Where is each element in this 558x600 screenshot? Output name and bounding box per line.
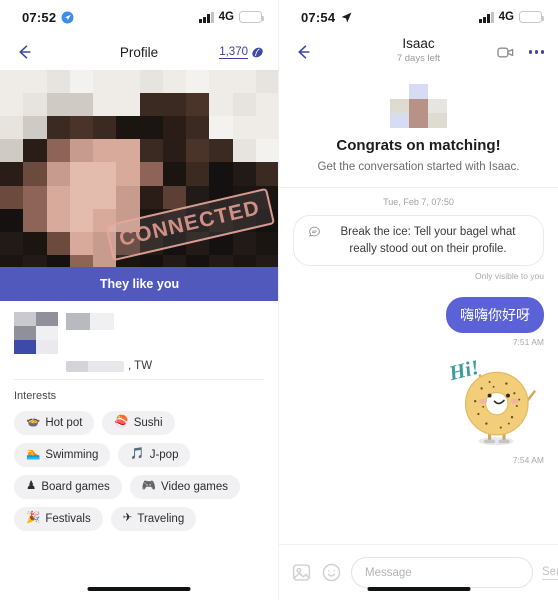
signal-bars-icon bbox=[199, 11, 214, 23]
icebreaker-card[interactable]: Break the ice: Tell your bagel what real… bbox=[293, 215, 544, 267]
they-like-you-banner: They like you bbox=[0, 267, 278, 301]
sushi-icon: 🍣 bbox=[114, 416, 129, 429]
hotpot-icon: 🍲 bbox=[26, 416, 41, 429]
music-note-icon: 🎵 bbox=[130, 448, 145, 461]
match-header: Congrats on matching! Get the conversati… bbox=[293, 70, 544, 173]
pixelated-avatar[interactable] bbox=[390, 84, 447, 128]
interests-section: Interests 🍲 Hot pot 🍣 Sushi 🏊 Swimming 🎵 J-pop ♟… bbox=[0, 380, 278, 531]
interest-chip-label: Sushi bbox=[133, 417, 163, 429]
bagel-waving-sticker[interactable]: Hi! bbox=[440, 353, 544, 451]
beans-count: 1,370 bbox=[219, 45, 248, 59]
interest-chip-label: Board games bbox=[41, 481, 110, 493]
beans-balance[interactable]: 1,370 bbox=[219, 46, 264, 59]
interest-chip-list: 🍲 Hot pot 🍣 Sushi 🏊 Swimming 🎵 J-pop ♟ Board game… bbox=[14, 411, 264, 531]
location-arrow-icon bbox=[341, 12, 352, 22]
chat-divider bbox=[279, 187, 558, 188]
interest-chip[interactable]: 🎮 Video games bbox=[129, 475, 240, 499]
message-row-outgoing: 嗨嗨你好呀 bbox=[293, 297, 544, 334]
battery-low-power-icon bbox=[239, 11, 264, 23]
status-time: 07:52 bbox=[22, 9, 57, 25]
identity-block: , TW bbox=[0, 301, 278, 373]
icebreaker-visibility-note: Only visible to you bbox=[475, 271, 544, 282]
more-options-icon[interactable] bbox=[528, 50, 544, 54]
message-bubble[interactable]: 嗨嗨你好呀 bbox=[446, 297, 544, 334]
image-picker-icon[interactable] bbox=[291, 562, 312, 583]
sticker-timestamp: 7:54 AM bbox=[512, 455, 544, 466]
chat-thread: Congrats on matching! Get the conversati… bbox=[279, 70, 558, 564]
interest-chip-label: Video games bbox=[161, 481, 228, 493]
profile-screen: 07:52 4G Profile 1,370 CONNECTED They li… bbox=[0, 0, 279, 600]
network-type: 4G bbox=[218, 11, 234, 23]
they-like-you-label: They like you bbox=[99, 277, 180, 291]
interest-chip[interactable]: 🍣 Sushi bbox=[102, 411, 175, 435]
profile-navbar: Profile 1,370 bbox=[0, 34, 278, 70]
network-type: 4G bbox=[498, 11, 514, 23]
interest-chip-label: Swimming bbox=[45, 449, 99, 461]
name-row bbox=[14, 312, 264, 354]
status-right-right: 4G bbox=[479, 11, 544, 23]
airplane-icon: ✈ bbox=[122, 512, 133, 525]
interests-title: Interests bbox=[14, 390, 57, 402]
status-bar-right: 07:54 4G bbox=[279, 0, 558, 34]
interest-chip[interactable]: 🍲 Hot pot bbox=[14, 411, 95, 435]
status-bar-left: 07:52 4G bbox=[0, 0, 278, 34]
chat-actions bbox=[496, 43, 544, 62]
location-text: , TW bbox=[128, 360, 153, 372]
message-date-separator: Tue, Feb 7, 07:50 bbox=[383, 197, 454, 207]
interest-chip-label: Hot pot bbox=[45, 417, 83, 429]
redacted-city bbox=[66, 360, 124, 372]
congrats-heading: Congrats on matching! bbox=[336, 137, 501, 154]
interest-chip[interactable]: 🏊 Swimming bbox=[14, 443, 111, 467]
status-right: 4G bbox=[199, 11, 264, 23]
status-left: 07:52 bbox=[22, 10, 74, 25]
back-arrow-icon[interactable] bbox=[293, 42, 313, 62]
confetti-icon: 🎉 bbox=[26, 512, 41, 525]
redacted-name bbox=[14, 312, 58, 354]
coffee-bean-icon bbox=[252, 47, 263, 57]
icebreaker-text: Break the ice: Tell your bagel what real… bbox=[340, 226, 516, 255]
message-composer: Send bbox=[279, 544, 558, 600]
interest-chip[interactable]: ✈ Traveling bbox=[110, 507, 197, 531]
video-camera-icon[interactable] bbox=[496, 43, 515, 62]
home-indicator-left bbox=[87, 586, 191, 591]
location-row: , TW bbox=[14, 360, 264, 372]
emoji-picker-icon[interactable] bbox=[321, 562, 342, 583]
status-time: 07:54 bbox=[301, 9, 336, 25]
chat-screen: 07:54 4G Isaac 7 days left Congrats on m… bbox=[279, 0, 558, 600]
message-timestamp: 7:51 AM bbox=[512, 337, 544, 348]
sticker-row-outgoing: Hi! bbox=[293, 353, 544, 451]
redacted-age bbox=[66, 313, 114, 330]
location-arrow-icon bbox=[61, 11, 74, 23]
congrats-subheading: Get the conversation started with Isaac. bbox=[317, 161, 520, 173]
swimming-icon: 🏊 bbox=[26, 448, 41, 461]
interest-chip-label: Traveling bbox=[137, 513, 185, 525]
home-indicator-right bbox=[367, 586, 470, 591]
profile-photo[interactable]: CONNECTED They like you bbox=[0, 70, 278, 301]
signal-bars-icon bbox=[479, 11, 494, 23]
gamepad-icon: 🎮 bbox=[141, 480, 157, 493]
interest-chip[interactable]: 🎵 J-pop bbox=[118, 443, 191, 467]
send-button[interactable]: Send bbox=[542, 566, 558, 580]
chess-pawn-icon: ♟ bbox=[26, 480, 37, 493]
interest-chip[interactable]: 🎉 Festivals bbox=[14, 507, 103, 531]
interest-chip[interactable]: ♟ Board games bbox=[14, 475, 122, 499]
interest-chip-label: J-pop bbox=[149, 449, 179, 461]
dual-screenshot: 07:52 4G Profile 1,370 CONNECTED They li… bbox=[0, 0, 558, 600]
battery-low-power-icon bbox=[519, 11, 544, 23]
chat-navbar: Isaac 7 days left bbox=[279, 34, 558, 70]
interest-chip-label: Festivals bbox=[45, 513, 91, 525]
speech-bubble-icon bbox=[309, 226, 320, 237]
message-input[interactable] bbox=[351, 557, 533, 588]
status-left-right: 07:54 bbox=[301, 10, 353, 25]
back-arrow-icon[interactable] bbox=[14, 42, 34, 62]
